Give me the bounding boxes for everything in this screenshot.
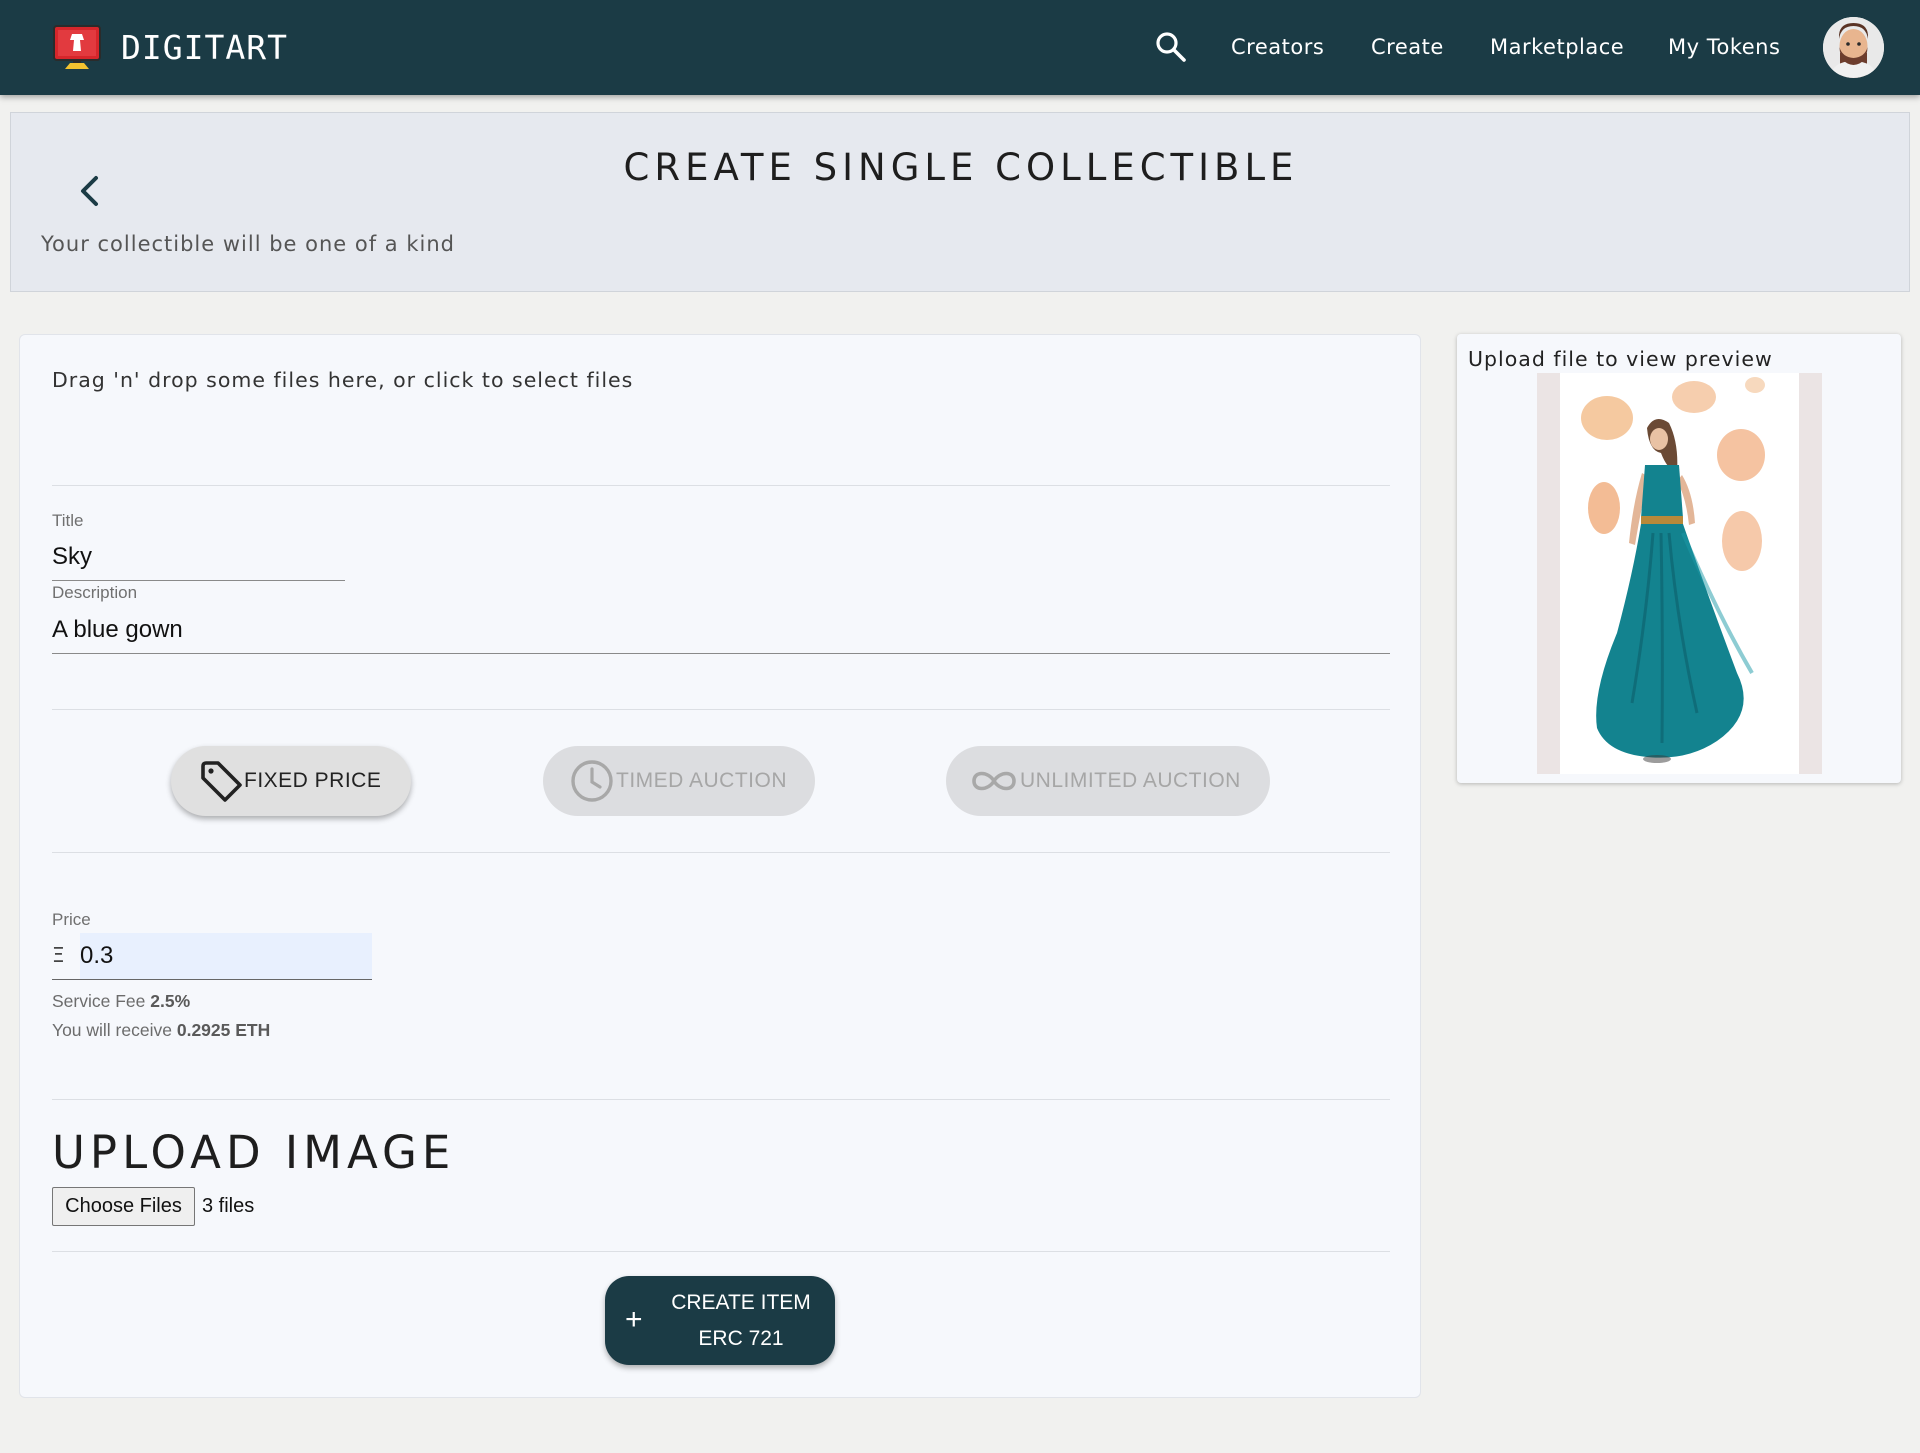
- divider: [52, 1251, 1390, 1252]
- file-count-text: 3 files: [202, 1195, 255, 1217]
- price-field: Ξ: [52, 933, 372, 980]
- create-form-card: Drag 'n' drop some files here, or click …: [19, 334, 1421, 1398]
- search-icon[interactable]: [1154, 30, 1188, 64]
- infinity-icon: [972, 771, 1016, 791]
- description-label: Description: [52, 583, 138, 602]
- price-label: Price: [52, 910, 91, 929]
- nav-link-my-tokens[interactable]: My Tokens: [1668, 32, 1780, 62]
- nav-link-marketplace[interactable]: Marketplace: [1490, 32, 1624, 62]
- unlimited-auction-label: UNLIMITED AUCTION: [1020, 769, 1241, 792]
- create-item-label: CREATE ITEM: [671, 1291, 811, 1314]
- brand-name[interactable]: DIGITART: [121, 27, 288, 69]
- user-avatar[interactable]: [1823, 17, 1884, 78]
- digitart-logo-icon[interactable]: [53, 23, 101, 71]
- divider: [52, 709, 1390, 710]
- receive-amount-value: 0.2925 ETH: [176, 1020, 271, 1040]
- receive-amount-text: You will receive 0.2925 ETH: [52, 1020, 271, 1040]
- fixed-price-label: FIXED PRICE: [244, 769, 382, 792]
- divider: [52, 1099, 1390, 1100]
- preview-title: Upload file to view preview: [1468, 347, 1773, 371]
- nav-link-creators[interactable]: Creators: [1231, 32, 1324, 62]
- fixed-price-button[interactable]: FIXED PRICE: [171, 746, 411, 816]
- description-input[interactable]: [52, 607, 1390, 654]
- title-input[interactable]: [52, 534, 345, 581]
- timed-auction-label: TIMED AUCTION: [616, 769, 788, 792]
- plus-icon: +: [625, 1303, 643, 1336]
- page-header: CREATE SINGLE COLLECTIBLE Your collectib…: [10, 112, 1910, 292]
- page-subtitle: Your collectible will be one of a kind: [41, 232, 455, 256]
- price-input[interactable]: [80, 933, 372, 979]
- erc-standard-label: ERC 721: [698, 1327, 784, 1350]
- eth-symbol: Ξ: [52, 943, 65, 967]
- service-fee-text: Service Fee 2.5%: [52, 991, 191, 1011]
- service-fee-value: 2.5%: [150, 991, 191, 1011]
- divider: [52, 852, 1390, 853]
- unlimited-auction-button[interactable]: UNLIMITED AUCTION: [946, 746, 1270, 816]
- preview-card: Upload file to view preview: [1457, 334, 1901, 783]
- page-title: CREATE SINGLE COLLECTIBLE: [623, 146, 1299, 189]
- nav-link-create[interactable]: Create: [1371, 32, 1444, 62]
- file-dropzone[interactable]: Drag 'n' drop some files here, or click …: [52, 365, 1392, 475]
- dropzone-text: Drag 'n' drop some files here, or click …: [52, 368, 634, 392]
- app-bar: DIGITART Creators Create Marketplace My …: [0, 0, 1920, 95]
- timed-auction-button[interactable]: TIMED AUCTION: [543, 746, 815, 816]
- artwork-preview-image: [1537, 373, 1822, 774]
- title-label: Title: [52, 511, 84, 530]
- clock-icon: [571, 760, 613, 802]
- choose-files-button[interactable]: Choose Files: [52, 1187, 195, 1226]
- divider: [52, 485, 1390, 486]
- create-item-button[interactable]: + CREATE ITEM ERC 721: [605, 1276, 835, 1365]
- tag-icon: [201, 761, 242, 802]
- upload-image-heading: UPLOAD IMAGE: [52, 1126, 456, 1179]
